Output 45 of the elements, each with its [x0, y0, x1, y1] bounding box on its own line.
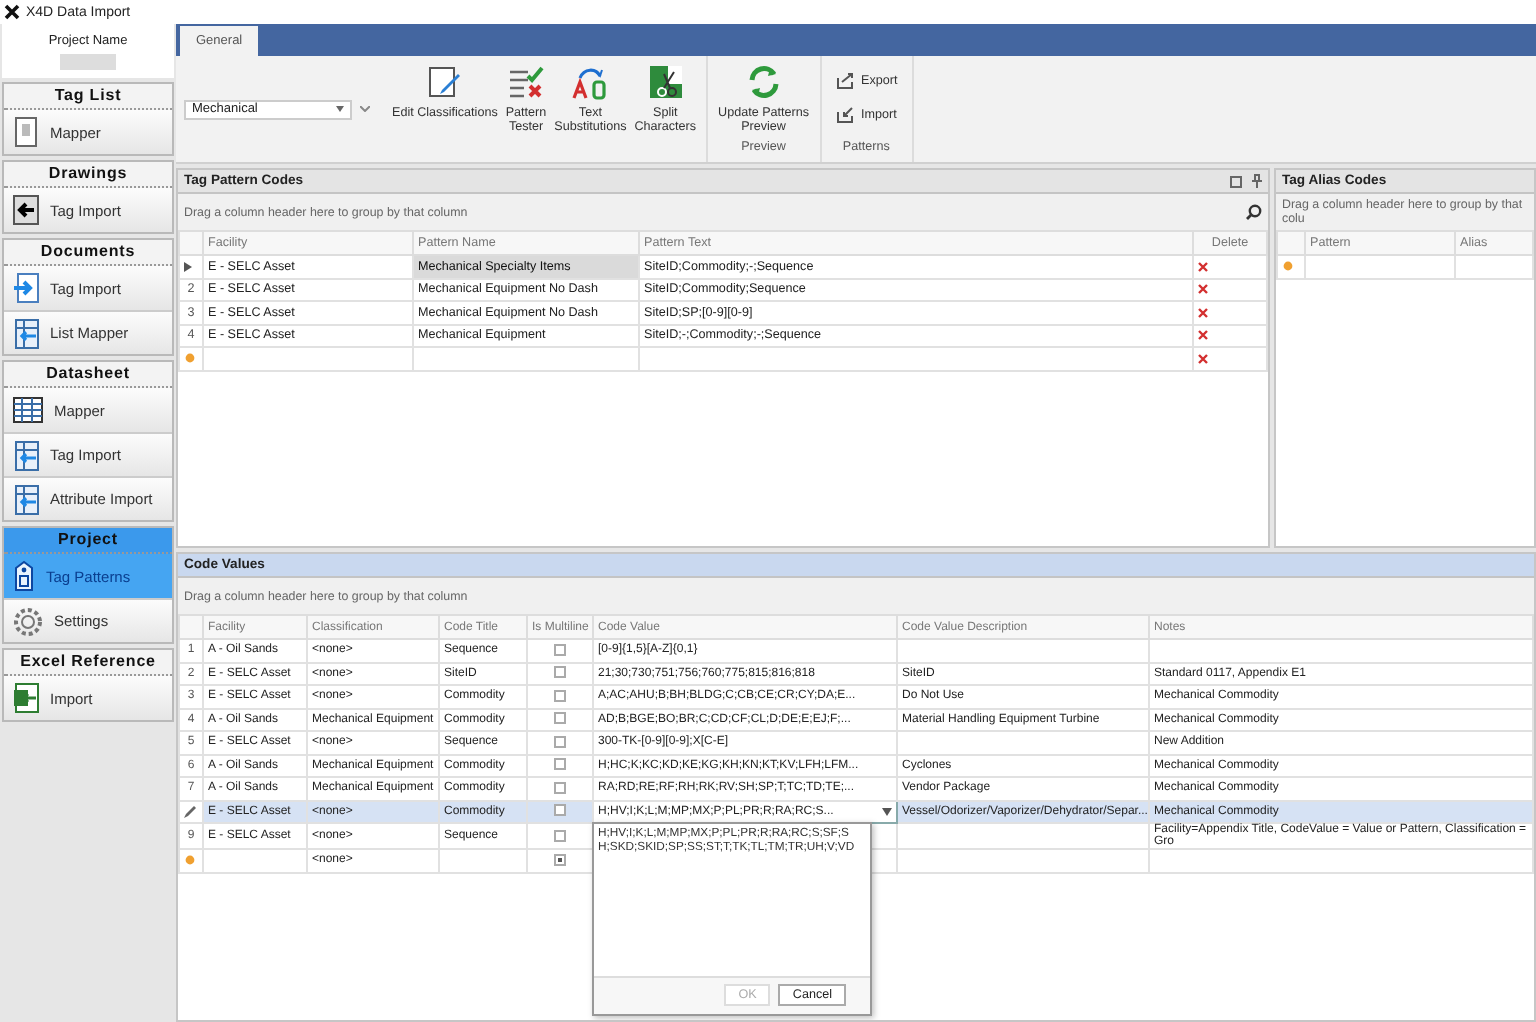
new-row-icon [1282, 260, 1294, 273]
project-name-field [60, 53, 116, 69]
scissors-icon [647, 64, 684, 100]
checkbox[interactable] [554, 689, 566, 702]
pin-icon[interactable] [1252, 174, 1262, 188]
delete-icon[interactable] [1198, 353, 1208, 364]
delete-icon[interactable] [1198, 284, 1208, 295]
new-row-icon [184, 352, 196, 365]
checkbox[interactable] [554, 712, 566, 725]
checklist-icon [508, 64, 545, 100]
chevron-icon[interactable] [360, 106, 370, 112]
checkbox[interactable] [554, 666, 566, 679]
refresh-icon [745, 64, 782, 100]
list-icon [12, 439, 40, 471]
tag-icon [12, 560, 36, 592]
pencil-icon [184, 805, 196, 818]
document-icon [12, 116, 40, 148]
checkbox[interactable] [554, 735, 566, 748]
swap-icon [572, 64, 609, 100]
pencil-icon [426, 64, 463, 100]
maximize-icon[interactable] [1230, 175, 1242, 187]
checkbox[interactable] [554, 829, 566, 842]
export-icon [835, 72, 856, 90]
delete-icon[interactable] [1198, 330, 1208, 341]
checkbox[interactable] [554, 643, 566, 656]
new-row-icon [184, 854, 196, 867]
delete-icon[interactable] [1198, 307, 1208, 318]
checkbox[interactable] [554, 804, 566, 817]
checkbox[interactable] [554, 758, 566, 771]
app-logo-icon [4, 4, 20, 20]
checkbox[interactable] [554, 853, 566, 866]
dropdown-icon[interactable] [882, 807, 892, 816]
grid-icon [12, 396, 44, 424]
group-title: Project [4, 528, 172, 554]
settings-icon [12, 605, 44, 637]
row-pointer-icon [184, 261, 192, 272]
search-icon[interactable] [1246, 204, 1262, 220]
spreadsheet-icon [12, 682, 40, 714]
delete-icon[interactable] [1198, 261, 1208, 272]
checkbox[interactable] [554, 781, 566, 794]
import-icon [835, 106, 856, 124]
list-icon [12, 483, 40, 515]
import-icon [12, 272, 40, 304]
list-icon [12, 317, 40, 349]
caret-icon [336, 106, 344, 112]
